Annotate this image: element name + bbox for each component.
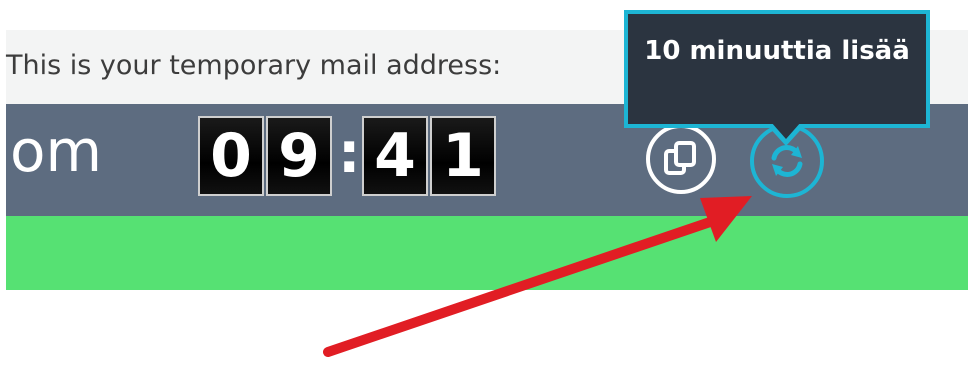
- timer-digit: 4: [362, 116, 428, 196]
- copy-icon: [664, 141, 696, 175]
- mail-address-label: This is your temporary mail address:: [6, 50, 502, 81]
- timer-digit: 0: [198, 116, 264, 196]
- timer-digit: 1: [430, 116, 496, 196]
- green-bar: [6, 216, 968, 290]
- copy-button[interactable]: [646, 124, 716, 194]
- countdown-timer: 0 9 : 4 1: [198, 116, 498, 198]
- email-address-text[interactable]: om: [10, 122, 102, 180]
- refresh-tooltip: 10 minuuttia lisää: [624, 10, 930, 128]
- timer-separator: :: [338, 121, 361, 186]
- timer-digit: 9: [266, 116, 332, 196]
- tooltip-pointer-inner: [771, 122, 801, 139]
